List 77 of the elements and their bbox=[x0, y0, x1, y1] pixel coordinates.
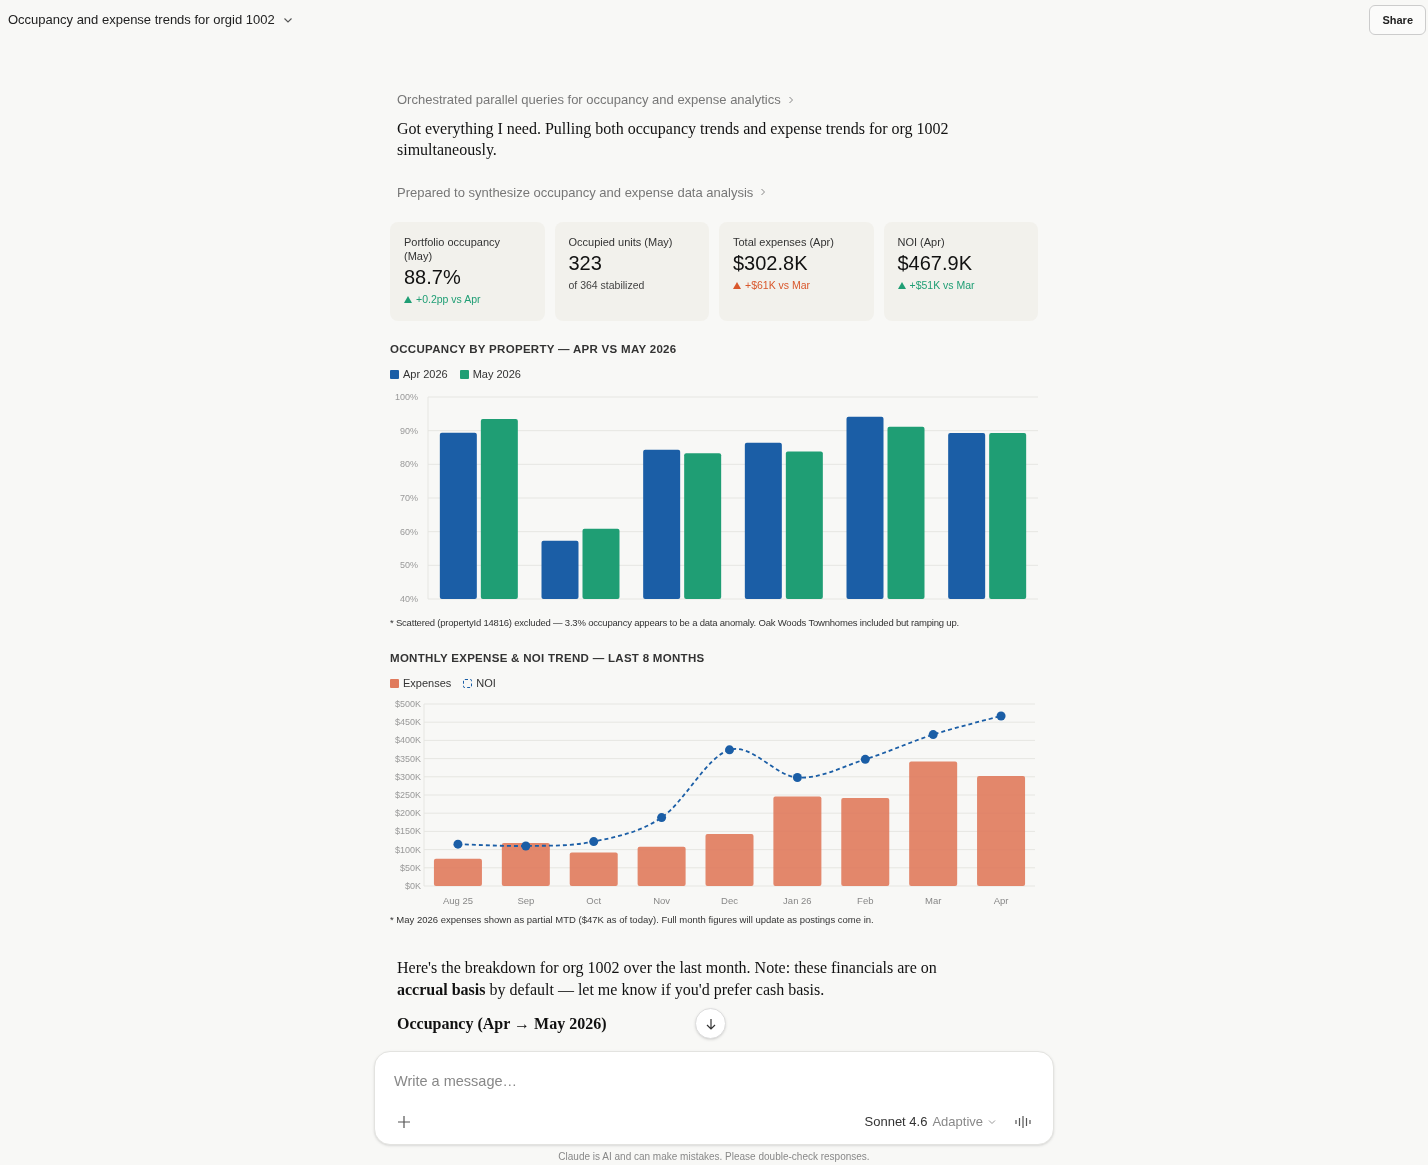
axis-tick-label: $450K bbox=[394, 716, 421, 727]
axis-tick-label: 40% bbox=[400, 593, 418, 604]
metric-note: of 364 stabilized bbox=[568, 278, 645, 292]
axis-tick-label: 50% bbox=[400, 560, 418, 571]
axis-tick-label: 60% bbox=[400, 526, 418, 537]
axis-tick-label: Aug 25 bbox=[442, 894, 473, 906]
data-point bbox=[657, 812, 667, 822]
axis-tick-label: Oct bbox=[586, 894, 602, 906]
legend-label: Apr 2026 bbox=[403, 367, 448, 383]
model-selector[interactable]: Sonnet 4.6 Adaptive bbox=[864, 1112, 996, 1132]
metric-label: NOI (Apr) bbox=[897, 235, 946, 249]
axis-tick-label: Sep bbox=[517, 894, 535, 906]
disclaimer-text: Claude is AI and can make mistakes. Please double-check responses. bbox=[558, 1150, 870, 1164]
metric-value: $302.8K bbox=[733, 251, 809, 276]
axis-tick-label: 70% bbox=[400, 492, 418, 503]
message-text: Got everything I need. Pulling both occupancy trends and expense trends for org 1002 simultaneously. bbox=[396, 118, 950, 160]
step-summary-link[interactable]: Orchestrated parallel queries for occupancy and expense analytics bbox=[390, 90, 795, 110]
axis-tick-label: Mar bbox=[925, 894, 942, 906]
metric-note: +$61K vs Mar bbox=[745, 278, 811, 292]
chart-footnote: * May 2026 expenses shown as partial MTD ($47K as of today). Full month figures will update as postings come in. bbox=[390, 912, 875, 927]
metric-label: Total expenses (Apr) bbox=[733, 235, 835, 249]
chart-title: OCCUPANCY BY PROPERTY — APR VS MAY 2026 bbox=[390, 342, 678, 357]
triangle-up-icon bbox=[404, 295, 412, 303]
axis-tick-label: 80% bbox=[400, 459, 418, 470]
axis-tick-label: 90% bbox=[400, 425, 418, 436]
legend-label: May 2026 bbox=[472, 367, 521, 383]
share-button[interactable]: Share bbox=[1369, 4, 1426, 36]
data-point bbox=[521, 841, 531, 851]
chart-footnote: * Scattered (propertyId 14816) excluded — 3.3% occupancy appears to be a data anomaly. Oak Woods Townhomes included but ramping up. bbox=[390, 615, 960, 630]
triangle-up-icon bbox=[733, 281, 741, 289]
chart-title: MONTHLY EXPENSE & NOI TREND — LAST 8 MONTHS bbox=[390, 651, 706, 666]
axis-tick-label: Feb bbox=[857, 894, 874, 906]
legend-label: Expenses bbox=[403, 676, 452, 692]
axis-tick-label: Nov bbox=[653, 894, 671, 906]
section-heading: Occupancy (Apr → May 2026) bbox=[397, 1014, 607, 1035]
chevron-down-icon bbox=[988, 1118, 996, 1126]
data-point bbox=[996, 711, 1006, 721]
axis-tick-label: Jan 26 bbox=[783, 894, 812, 906]
axis-tick-label: Apr bbox=[993, 894, 1009, 906]
chevron-right-icon bbox=[759, 188, 768, 197]
data-point bbox=[589, 836, 599, 846]
message-text: Here's the breakdown for org 1002 over the last month. Note: these financials are on accrual basis by default — let me know if you'd prefer cash basis. bbox=[396, 958, 938, 1001]
axis-tick-label: Dec bbox=[721, 894, 738, 906]
data-point bbox=[928, 729, 938, 739]
metric-value: 323 bbox=[568, 251, 603, 276]
chevron-right-icon bbox=[786, 95, 795, 104]
axis-tick-label: $150K bbox=[394, 826, 421, 837]
waveform-icon bbox=[1015, 1115, 1033, 1129]
axis-tick-label: $250K bbox=[394, 789, 421, 800]
chat-title-button[interactable]: Occupancy and expense trends for orgid 1002 bbox=[8, 10, 293, 30]
axis-tick-label: $350K bbox=[394, 753, 421, 764]
axis-tick-label: $400K bbox=[394, 735, 421, 746]
axis-tick-label: $100K bbox=[394, 844, 421, 855]
triangle-up-icon bbox=[897, 281, 906, 289]
axis-tick-label: $0K bbox=[405, 880, 421, 891]
metric-label: Occupied units (May) bbox=[568, 235, 674, 249]
data-point bbox=[725, 745, 734, 755]
axis-tick-label: $300K bbox=[394, 771, 421, 782]
data-point bbox=[792, 772, 802, 782]
metric-label: Portfolio occupancy (May) bbox=[404, 235, 501, 263]
metric-value: $467.9K bbox=[897, 251, 973, 276]
axis-tick-label: 100% bbox=[394, 391, 418, 402]
message-input[interactable]: Write a message… bbox=[394, 1071, 1034, 1093]
arrow-down-icon bbox=[704, 1017, 717, 1030]
axis-tick-label: $500K bbox=[394, 698, 421, 709]
metric-value: 88.7% bbox=[404, 265, 462, 290]
plus-icon bbox=[397, 1115, 411, 1129]
scroll-down-button[interactable] bbox=[695, 1008, 726, 1039]
legend-label: NOI bbox=[476, 676, 496, 692]
metric-note: +0.2pp vs Apr bbox=[416, 292, 481, 306]
data-point bbox=[453, 839, 463, 849]
metric-note: +$51K vs Mar bbox=[909, 278, 975, 292]
data-point bbox=[860, 754, 870, 764]
step-summary-link[interactable]: Prepared to synthesize occupancy and expense data analysis bbox=[390, 182, 768, 202]
chevron-down-icon bbox=[282, 15, 293, 25]
axis-tick-label: $50K bbox=[399, 862, 421, 873]
axis-tick-label: $200K bbox=[394, 807, 421, 818]
